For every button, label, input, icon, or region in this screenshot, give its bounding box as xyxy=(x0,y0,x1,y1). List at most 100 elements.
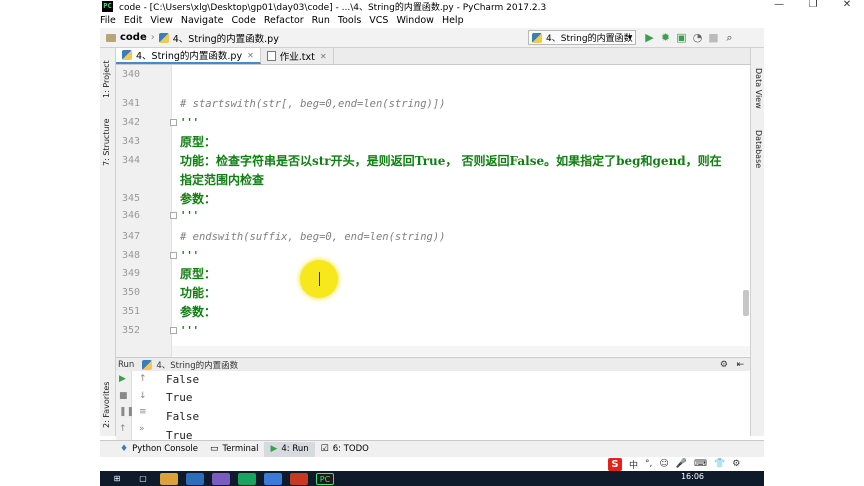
tab-label: Terminal xyxy=(222,444,259,454)
code-text: 原型： xyxy=(180,135,217,149)
menu-view[interactable]: View xyxy=(150,15,173,26)
breadcrumb-project[interactable]: code xyxy=(120,32,147,43)
tab-homework-txt[interactable]: 作业.txt ✕ xyxy=(261,48,334,64)
python-file-icon xyxy=(158,32,169,43)
menu-refactor[interactable]: Refactor xyxy=(264,15,304,26)
start-icon[interactable]: ⊞ xyxy=(108,473,126,485)
ime-skin-icon[interactable]: 👕 xyxy=(714,459,725,469)
vertical-scrollbar-thumb[interactable] xyxy=(743,290,749,316)
soft-wrap-icon[interactable]: ≡ xyxy=(139,407,147,417)
tab-todo[interactable]: ☑ 6: TODO xyxy=(315,442,375,457)
profile-icon[interactable]: ◔ xyxy=(690,31,705,44)
favorites-tool-tab[interactable]: 2: Favorites xyxy=(102,382,111,428)
close-icon[interactable]: ✕ xyxy=(320,52,327,61)
app-icon[interactable] xyxy=(212,472,230,485)
code-line: 指定范围内检查 xyxy=(116,170,750,189)
pause-icon[interactable]: ❚❚ xyxy=(119,407,134,417)
debug-icon[interactable]: ✹ xyxy=(658,31,673,44)
code-line: 350 功能： xyxy=(116,283,750,302)
scroll-up-icon[interactable]: ↑ xyxy=(119,424,127,434)
expand-icon[interactable]: » xyxy=(139,424,145,434)
fold-marker-icon[interactable] xyxy=(170,212,177,219)
menu-tools[interactable]: Tools xyxy=(338,15,361,26)
run-panel-title: Run xyxy=(118,359,135,370)
ime-keyboard-icon[interactable]: ⌨ xyxy=(694,459,707,469)
fold-marker-icon[interactable] xyxy=(170,252,177,259)
menu-window[interactable]: Window xyxy=(396,15,433,26)
stop-icon[interactable]: ■ xyxy=(119,391,128,401)
tab-python-console[interactable]: ♦ Python Console xyxy=(114,442,204,457)
code-editor[interactable]: 340 341 # startswith(str[, beg=0,end=len… xyxy=(116,65,750,357)
file-explorer-icon[interactable] xyxy=(160,472,178,485)
pycharm-taskbar-icon[interactable]: PC xyxy=(316,472,334,485)
code-text: # endswith(suffix, beg=0, end=len(string… xyxy=(180,230,446,243)
arrow-down-icon[interactable]: ↓ xyxy=(139,391,147,401)
tab-string-builtin-py[interactable]: 4、String的内置函数.py ✕ xyxy=(116,48,261,64)
code-line: 347 # endswith(suffix, beg=0, end=len(st… xyxy=(116,227,750,246)
input-method-bar: S 中 °, ☺ 🎤 ⌨ 👕 ⚙ xyxy=(608,457,764,471)
run-configuration-select[interactable]: 4、String的内置函数 ▾ xyxy=(528,30,636,45)
line-number: 351 xyxy=(121,306,140,317)
horizontal-scrollbar[interactable] xyxy=(172,346,750,356)
output-line: False xyxy=(166,410,200,423)
ime-language-toggle[interactable]: 中 xyxy=(629,458,638,471)
close-button[interactable]: ✕ xyxy=(830,0,864,12)
minimize-button[interactable]: — xyxy=(762,0,796,12)
task-view-icon[interactable]: ▢ xyxy=(134,473,152,485)
rerun-icon[interactable]: ▶ xyxy=(119,374,126,384)
code-text: 原型： xyxy=(180,267,217,281)
menu-run[interactable]: Run xyxy=(312,15,330,26)
fold-marker-icon[interactable] xyxy=(170,119,177,126)
ime-punctuation-icon[interactable]: °, xyxy=(645,459,652,469)
menu-help[interactable]: Help xyxy=(442,15,464,26)
search-icon[interactable]: ⌕ xyxy=(722,31,737,44)
window-title: code - [C:\Users\xlg\Desktop\gp01\day03\… xyxy=(119,2,547,13)
code-line: 344 功能：检查字符串是否以str开头，是则返回True， 否则返回False… xyxy=(116,151,750,170)
app-icon[interactable] xyxy=(290,472,308,485)
hide-panel-icon[interactable]: ⇤ xyxy=(736,360,744,370)
code-text: 功能：检查字符串是否以str开头，是则返回True， 否则返回False。如果指… xyxy=(180,154,722,168)
menu-code[interactable]: Code xyxy=(231,15,255,26)
run-icon[interactable]: ▶ xyxy=(642,31,657,44)
close-icon[interactable]: ✕ xyxy=(247,51,254,60)
menu-navigate[interactable]: Navigate xyxy=(181,15,224,26)
sogou-logo-icon[interactable]: S xyxy=(608,457,622,471)
fold-marker-icon[interactable] xyxy=(170,327,177,334)
ime-emoji-icon[interactable]: ☺ xyxy=(659,459,668,469)
code-text: 参数： xyxy=(180,192,217,206)
arrow-up-icon[interactable]: ↑ xyxy=(139,374,147,384)
coverage-icon[interactable]: ▣ xyxy=(674,31,689,44)
tab-label: 6: TODO xyxy=(332,444,369,454)
run-panel-file[interactable]: 4、String的内置函数 xyxy=(156,359,238,371)
app-icon[interactable] xyxy=(264,472,282,485)
python-file-icon xyxy=(122,50,132,60)
menu-file[interactable]: File xyxy=(100,15,116,26)
project-tool-tab[interactable]: 1: Project xyxy=(102,60,111,98)
tab-run[interactable]: ▶ 4: Run xyxy=(264,441,315,457)
data-view-tool-tab[interactable]: Data View xyxy=(754,68,763,109)
ime-voice-icon[interactable]: 🎤 xyxy=(676,459,687,469)
menu-vcs[interactable]: VCS xyxy=(369,15,388,26)
stop-icon[interactable]: ■ xyxy=(706,31,721,44)
menu-edit[interactable]: Edit xyxy=(124,15,142,26)
database-tool-tab[interactable]: Database xyxy=(754,130,763,168)
navigation-toolbar: code › 4、String的内置函数.py 4、String的内置函数 ▾ … xyxy=(100,28,764,48)
app-icon[interactable] xyxy=(238,472,256,485)
code-text: # startswith(str[, beg=0,end=len(string)… xyxy=(180,97,446,110)
code-line: 342 ''' xyxy=(116,113,750,132)
system-clock: 16:06 xyxy=(680,472,704,481)
line-number: 343 xyxy=(121,136,140,147)
tab-terminal[interactable]: ▭ Terminal xyxy=(204,442,264,457)
browser-icon[interactable] xyxy=(186,472,204,485)
run-toolbar: ▶ ✹ ▣ ◔ ■ ⌕ xyxy=(642,31,738,44)
line-number: 348 xyxy=(121,250,140,261)
breadcrumb-separator: › xyxy=(150,32,155,43)
breadcrumb-file[interactable]: 4、String的内置函数.py xyxy=(173,31,279,45)
code-line: 352 ''' xyxy=(116,321,750,340)
restore-button[interactable]: ❐ xyxy=(796,0,830,12)
structure-tool-tab[interactable]: 7: Structure xyxy=(102,118,111,166)
gear-icon[interactable]: ⚙ xyxy=(720,360,728,370)
output-line: False xyxy=(166,373,200,386)
ime-settings-icon[interactable]: ⚙ xyxy=(732,459,740,469)
tab-label: 作业.txt xyxy=(279,52,315,63)
